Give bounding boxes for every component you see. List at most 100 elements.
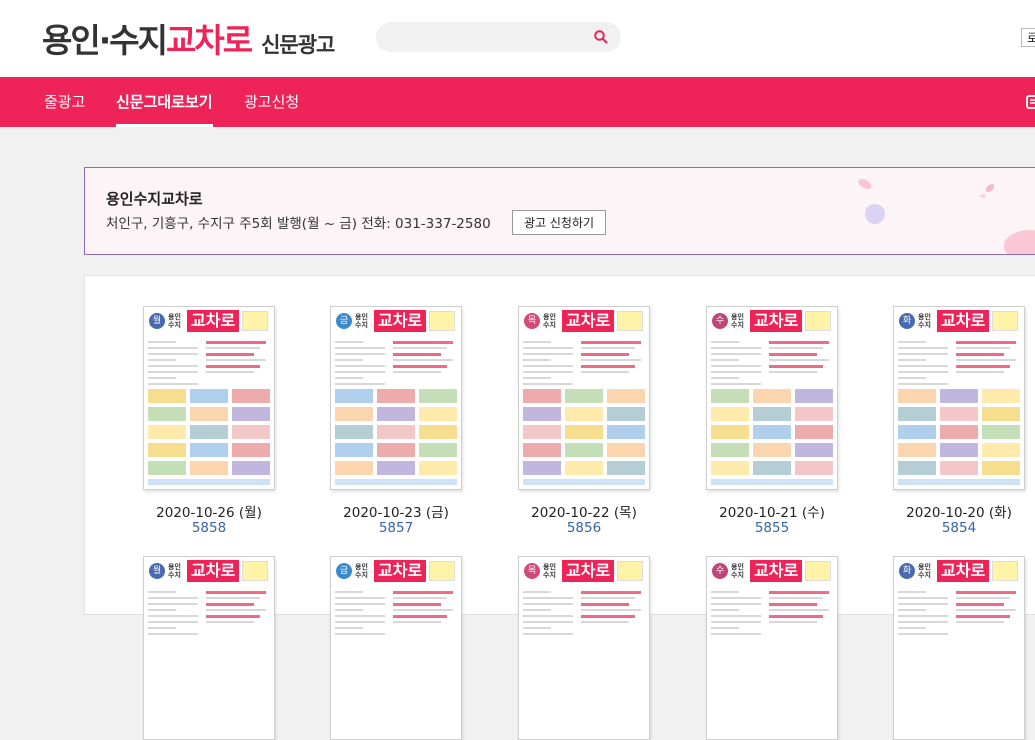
text-line: [711, 627, 739, 629]
thumbnail-masthead: 금 용인 수지 교차로: [331, 557, 461, 585]
ad-block: [148, 389, 186, 403]
ad-block: [190, 407, 228, 421]
text-line: [523, 615, 573, 617]
newspaper-thumbnail[interactable]: 화 용인 수지 교차로: [893, 556, 1025, 740]
day-badge: 화: [899, 313, 915, 329]
login-button[interactable]: 로그인: [1021, 28, 1035, 47]
text-line: [711, 615, 761, 617]
headline-line: [769, 621, 817, 623]
issue-date: 2020-10-21 (수): [719, 505, 825, 521]
text-line: [148, 359, 176, 361]
issue-date: 2020-10-22 (목): [531, 505, 637, 521]
ad-block: [711, 425, 749, 439]
issue-number-link[interactable]: 5854: [879, 520, 1035, 536]
ad-block: [148, 425, 186, 439]
ad-block: [795, 389, 833, 403]
newspaper-thumbnail[interactable]: 수 용인 수지 교차로: [706, 556, 838, 740]
ad-block: [335, 389, 373, 403]
headline-line: [393, 609, 453, 611]
headline-line: [206, 621, 254, 623]
ad-block: [753, 443, 791, 457]
text-line: [523, 353, 573, 355]
ad-block: [335, 407, 373, 421]
text-line: [523, 359, 551, 361]
day-badge: 수: [712, 563, 728, 579]
headline-line: [581, 341, 641, 344]
ad-block: [335, 443, 373, 457]
newspaper-thumbnail[interactable]: 월 용인 수지 교차로: [143, 306, 275, 490]
headline-line: [581, 591, 641, 594]
text-line: [523, 597, 573, 599]
newspaper-icon[interactable]: [1025, 94, 1035, 110]
ad-block: [607, 443, 645, 457]
headline-line: [956, 347, 1010, 349]
newspaper-thumbnail[interactable]: 월 용인 수지 교차로: [143, 556, 275, 740]
headline-line: [206, 365, 260, 368]
text-line: [335, 371, 385, 373]
text-line: [335, 347, 385, 349]
headline-line: [956, 341, 1016, 344]
ad-block: [711, 461, 749, 475]
text-line: [711, 603, 761, 605]
headline-line: [581, 603, 629, 606]
text-line: [148, 621, 198, 623]
ad-block: [565, 407, 603, 421]
issue-number-link[interactable]: 5857: [316, 520, 476, 536]
search-icon[interactable]: [593, 29, 609, 45]
ad-block: [940, 407, 978, 421]
masthead-promo: [992, 561, 1019, 581]
thumbnail-masthead: 수 용인 수지 교차로: [707, 307, 837, 335]
issue-number-link[interactable]: 5858: [129, 520, 289, 536]
headline-line: [769, 615, 823, 618]
issue-number-link[interactable]: 5855: [692, 520, 852, 536]
ad-block: [232, 425, 270, 439]
masthead-region: 용인 수지: [355, 563, 368, 579]
headline-line: [581, 371, 629, 373]
tab-ad-request[interactable]: 광고신청: [244, 77, 299, 127]
apply-ad-button[interactable]: 광고 신청하기: [512, 210, 606, 235]
text-line: [711, 609, 739, 611]
ad-block: [607, 425, 645, 439]
headline-line: [581, 353, 629, 356]
ad-block: [190, 443, 228, 457]
masthead-region: 용인 수지: [918, 313, 931, 329]
site-logo[interactable]: 용인·수지 교차로 신문광고: [42, 14, 335, 62]
newspaper-thumbnail[interactable]: 금 용인 수지 교차로: [330, 556, 462, 740]
headline-line: [206, 359, 266, 361]
headline-line: [393, 353, 441, 356]
ad-block: [565, 461, 603, 475]
text-line: [148, 633, 198, 635]
headline-line: [581, 615, 635, 618]
ad-block: [753, 461, 791, 475]
newspaper-thumbnail[interactable]: 목 용인 수지 교차로: [518, 306, 650, 490]
thumbnail-masthead: 월 용인 수지 교차로: [144, 307, 274, 335]
ad-block: [190, 389, 228, 403]
site-header: 용인·수지 교차로 신문광고 로그인: [0, 0, 1035, 77]
text-line: [711, 633, 761, 635]
text-line: [898, 609, 926, 611]
newspaper-thumbnail[interactable]: 목 용인 수지 교차로: [518, 556, 650, 740]
thumbnail-masthead: 화 용인 수지 교차로: [894, 307, 1024, 335]
newspaper-thumbnail[interactable]: 화 용인 수지 교차로: [893, 306, 1025, 490]
masthead-region: 용인 수지: [918, 563, 931, 579]
text-line: [523, 621, 573, 623]
ad-block: [982, 389, 1020, 403]
text-line: [898, 365, 948, 367]
ad-block: [711, 407, 749, 421]
day-badge: 목: [524, 563, 540, 579]
masthead-region: 용인 수지: [168, 563, 181, 579]
search-input[interactable]: [386, 27, 590, 49]
ad-block: [232, 461, 270, 475]
ad-block: [607, 461, 645, 475]
ad-block: [377, 461, 415, 475]
tab-line-ads[interactable]: 줄광고: [44, 77, 85, 127]
headline-line: [206, 371, 254, 373]
tab-newspaper-view[interactable]: 신문그대로보기: [116, 77, 213, 127]
issue-number-link[interactable]: 5856: [504, 520, 664, 536]
ad-block: [753, 425, 791, 439]
ad-block: [898, 425, 936, 439]
ad-block: [940, 389, 978, 403]
newspaper-thumbnail[interactable]: 금 용인 수지 교차로: [330, 306, 462, 490]
newspaper-thumbnail[interactable]: 수 용인 수지 교차로: [706, 306, 838, 490]
text-line: [148, 627, 176, 629]
